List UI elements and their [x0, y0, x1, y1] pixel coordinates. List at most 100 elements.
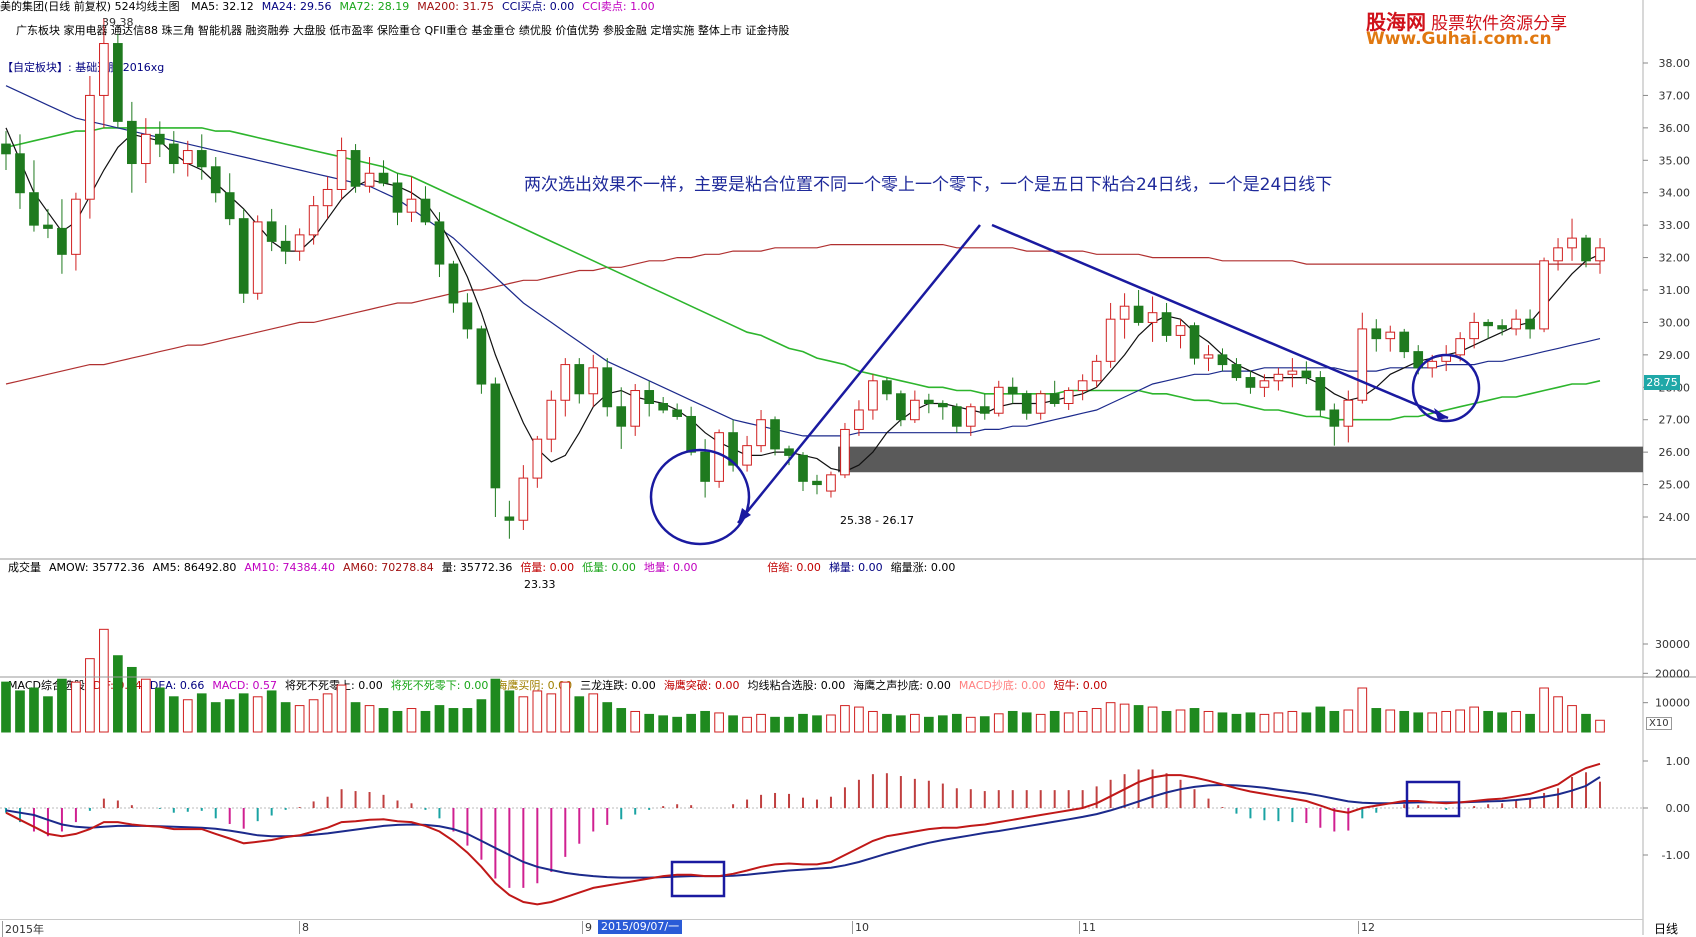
candle-55 [770, 416, 780, 456]
macd-box-1 [670, 860, 726, 898]
price-tick-1: 25.00 [1659, 479, 1691, 492]
volume-bar-73 [1021, 712, 1032, 733]
period-label[interactable]: 日线 [1654, 920, 1678, 937]
candle-6 [85, 75, 95, 219]
volume-bar-21 [294, 705, 305, 733]
volume-bar-58 [812, 715, 822, 733]
candle-73 [1021, 390, 1032, 420]
candle-82 [1147, 296, 1158, 342]
volume-bar-95 [1329, 710, 1340, 733]
volume-bar-40 [560, 681, 571, 733]
volume-bar-113 [1581, 713, 1591, 733]
price-tick-13: 37.00 [1659, 89, 1691, 102]
volume-bar-20 [280, 702, 291, 733]
price-tick-9: 33.00 [1659, 219, 1691, 232]
candle-45 [630, 384, 641, 436]
volume-bar-8 [113, 655, 123, 733]
candle-40 [560, 358, 571, 417]
candle-9 [127, 101, 137, 193]
volume-bar-65 [910, 713, 920, 733]
volume-bar-108 [1511, 710, 1521, 733]
current-price-badge: 28.75 [1644, 375, 1680, 390]
volume-bar-97 [1357, 687, 1368, 733]
volume-bar-101 [1413, 712, 1424, 733]
volume-bar-32 [448, 708, 459, 733]
volume-bar-79 [1105, 702, 1116, 733]
volume-bar-72 [1007, 710, 1018, 733]
support-zone [838, 446, 1643, 473]
price-tick-7: 31.00 [1659, 284, 1691, 297]
candle-97 [1357, 312, 1368, 404]
volume-bar-7 [99, 628, 109, 733]
price-tick-14: 38.00 [1659, 57, 1691, 70]
volume-unit: X10 [1646, 717, 1672, 730]
dea-line [5, 776, 1601, 879]
volume-bar-34 [476, 699, 487, 733]
volume-bar-23 [322, 693, 333, 733]
candle-77 [1077, 374, 1088, 401]
volume-bar-3 [43, 696, 53, 733]
volume-bar-68 [951, 713, 962, 733]
candle-74 [1035, 390, 1046, 420]
candle-29 [406, 176, 417, 222]
volume-bar-86 [1203, 710, 1214, 733]
candle-88 [1231, 358, 1242, 381]
volume-bar-55 [770, 716, 780, 733]
volume-tick-2: 30000 [1655, 638, 1690, 651]
candle-47 [658, 397, 669, 414]
price-tick-6: 30.00 [1659, 316, 1691, 329]
price-tick-10: 34.00 [1659, 187, 1691, 200]
volume-bar-51 [714, 712, 724, 733]
volume-bar-10 [140, 678, 151, 733]
volume-bar-81 [1133, 705, 1144, 733]
volume-bar-16 [224, 699, 235, 733]
candle-39 [546, 390, 557, 453]
date-label-3: 10 [852, 921, 869, 934]
candle-33 [462, 293, 473, 339]
low-price-label: 23.33 [524, 578, 556, 591]
candle-27 [378, 160, 389, 187]
volume-bar-57 [798, 713, 808, 733]
volume-bar-31 [434, 705, 445, 733]
volume-bar-98 [1371, 708, 1382, 733]
candle-51 [714, 429, 724, 488]
candle-110 [1539, 257, 1549, 333]
volume-bar-56 [784, 716, 794, 733]
candle-8 [113, 33, 123, 128]
candle-3 [43, 208, 53, 239]
high-price-label: 39.38 [102, 16, 134, 29]
candle-48 [672, 403, 682, 420]
volume-bar-45 [630, 710, 641, 733]
candle-113 [1581, 234, 1591, 268]
cursor-date[interactable]: 2015/09/07/一 [598, 920, 683, 934]
volume-bar-12 [168, 696, 179, 733]
candle-84 [1175, 319, 1186, 349]
candle-5 [71, 192, 81, 271]
volume-bar-67 [937, 715, 948, 733]
candle-36 [504, 500, 515, 539]
volume-bar-18 [252, 696, 263, 733]
candle-58 [812, 474, 822, 495]
volume-bar-102 [1427, 712, 1438, 733]
candle-17 [238, 208, 249, 303]
candle-68 [951, 403, 962, 433]
price-tick-5: 29.00 [1659, 349, 1691, 362]
candle-86 [1203, 345, 1214, 372]
candle-89 [1245, 371, 1256, 394]
candle-38 [532, 435, 543, 488]
candle-95 [1329, 403, 1340, 446]
volume-bar-33 [462, 708, 473, 733]
volume-bar-99 [1385, 709, 1396, 733]
stock-chart[interactable]: 24.0025.0026.0027.0028.0029.0030.0031.00… [0, 0, 1696, 935]
volume-bar-42 [588, 693, 599, 733]
volume-bar-2 [29, 687, 39, 733]
volume-bar-77 [1077, 710, 1088, 733]
volume-bar-4 [57, 678, 67, 733]
price-tick-0: 24.00 [1659, 511, 1691, 524]
price-tick-11: 35.00 [1659, 154, 1691, 167]
candle-53 [742, 435, 752, 472]
volume-bar-14 [196, 693, 207, 733]
candle-25 [350, 144, 361, 193]
circle-annotation-1 [649, 448, 751, 546]
candle-59 [826, 471, 836, 498]
